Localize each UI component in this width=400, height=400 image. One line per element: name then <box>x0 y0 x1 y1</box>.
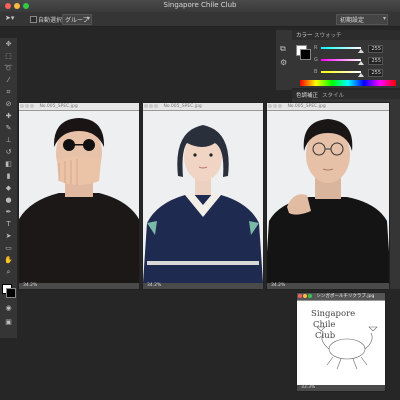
document-4-title-bar: シンガポールチリクラブ.jpg <box>297 293 385 301</box>
close-icon[interactable] <box>144 103 148 108</box>
pen-tool-icon[interactable]: ✒ <box>4 208 13 217</box>
minimize-icon[interactable] <box>303 293 307 298</box>
tab-color[interactable]: カラー <box>296 31 313 39</box>
adjustments-panel-tabs: 色調補正 スタイル <box>292 90 400 99</box>
document-3-filename: No.005_SPEC.jpg <box>287 104 326 109</box>
minimize-icon[interactable] <box>273 103 277 108</box>
close-icon[interactable] <box>298 293 302 298</box>
channel-g-slider[interactable] <box>321 59 361 61</box>
logo-word-2: Chile <box>313 320 336 330</box>
document-3-title-bar: No.005_SPEC.jpg <box>267 103 389 111</box>
channel-b-label: B <box>314 69 318 75</box>
auto-select-label: 自動選択 <box>38 17 63 24</box>
document-1-title-bar: No.005_SPEC.jpg <box>19 103 139 111</box>
screen-mode-icon[interactable]: ▣ <box>4 318 13 327</box>
history-brush-tool-icon[interactable]: ↺ <box>4 148 13 157</box>
tab-adjustments[interactable]: 色調補正 <box>296 91 318 99</box>
tab-swatches[interactable]: スウォッチ <box>314 31 342 39</box>
dodge-tool-icon[interactable]: ● <box>4 196 13 205</box>
document-3-photo <box>267 111 389 283</box>
chevron-down-icon: ▾ <box>86 15 90 22</box>
document-2-filename: No.005_SPEC.jpg <box>163 104 202 109</box>
channel-b-value[interactable]: 255 <box>368 69 383 77</box>
eraser-tool-icon[interactable]: ◧ <box>4 160 13 169</box>
zoom-tool-icon[interactable]: ⌕ <box>4 268 13 277</box>
channel-r-label: R <box>314 45 318 51</box>
move-tool-icon[interactable]: ➤▾ <box>5 14 14 22</box>
man-sunglasses-photo <box>19 111 139 283</box>
chevron-down-icon: ▾ <box>382 15 386 22</box>
tab-styles[interactable]: スタイル <box>322 91 344 99</box>
gradient-tool-icon[interactable]: ▮ <box>4 172 13 181</box>
properties-panel-icon[interactable]: ⚙ <box>280 58 287 67</box>
auto-select-target-value: グループ <box>65 17 89 24</box>
channel-b-knob[interactable] <box>358 73 364 77</box>
crop-tool-icon[interactable]: ⌗ <box>4 88 13 97</box>
stamp-tool-icon[interactable]: ⊥ <box>4 136 13 145</box>
channel-g-label: G <box>314 57 318 63</box>
color-spectrum-ramp[interactable] <box>300 80 396 86</box>
color-panel-tabs: カラー スウォッチ <box>292 30 400 40</box>
channel-r-value[interactable]: 255 <box>368 45 383 53</box>
document-2-zoom[interactable]: 34.2% <box>143 283 263 289</box>
document-4-zoom[interactable]: 33.3% <box>297 385 385 391</box>
channel-g-knob[interactable] <box>358 61 364 65</box>
maximize-icon[interactable] <box>308 293 312 298</box>
maximize-icon[interactable] <box>154 103 158 108</box>
channel-r-slider[interactable] <box>321 47 361 49</box>
logo-word-3: Club <box>315 331 336 341</box>
type-tool-icon[interactable]: T <box>4 220 13 229</box>
window-title: Singapore Chile Club <box>163 1 237 9</box>
color-panel: カラー スウォッチ R 255 G 255 B 255 <box>292 30 400 88</box>
eyedropper-tool-icon[interactable]: ⊘ <box>4 100 13 109</box>
shape-tool-icon[interactable]: ▭ <box>4 244 13 253</box>
document-1-zoom[interactable]: 34.2% <box>19 283 139 289</box>
document-2-photo <box>143 111 263 283</box>
minimize-icon[interactable] <box>149 103 153 108</box>
history-panel-icon[interactable]: ⧉ <box>280 44 286 54</box>
document-4-canvas: Singapore Chile Club <box>297 301 385 385</box>
document-4-filename: シンガポールチリクラブ.jpg <box>316 294 375 299</box>
document-1-photo <box>19 111 139 283</box>
collapsed-panel-strip: ⧉ ⚙ <box>276 30 293 90</box>
move-tool-icon[interactable]: ✥ <box>4 40 13 49</box>
channel-g-value[interactable]: 255 <box>368 57 383 65</box>
background-color-swatch[interactable] <box>6 288 16 298</box>
document-window-4[interactable]: シンガポールチリクラブ.jpg Singapore Chile Club 33.… <box>296 292 386 392</box>
document-window-1[interactable]: No.005_SPEC.jpg 34.2% <box>18 102 140 290</box>
options-bar: ➤▾ 自動選択 グループ ▾ 初期設定 ▾ <box>0 12 400 27</box>
woman-navy-dress-photo <box>143 111 263 283</box>
healing-tool-icon[interactable]: ✚ <box>4 112 13 121</box>
document-window-2[interactable]: No.005_SPEC.jpg 34.2% <box>142 102 264 290</box>
document-window-3[interactable]: No.005_SPEC.jpg 34.2% <box>266 102 390 290</box>
document-3-zoom[interactable]: 34.2% <box>267 283 389 289</box>
brush-tool-icon[interactable]: ✎ <box>4 124 13 133</box>
tools-panel: ✥ ⬚ ➰ ⁄ ⌗ ⊘ ✚ ✎ ⊥ ↺ ◧ ▮ ◆ ● ✒ T ➤ ▭ ✋ ⌕ … <box>0 38 17 338</box>
channel-r-knob[interactable] <box>358 49 364 53</box>
logo-text: Singapore Chile Club <box>311 309 355 342</box>
man-glasses-photo <box>267 111 389 283</box>
marquee-tool-icon[interactable]: ⬚ <box>4 52 13 61</box>
lasso-tool-icon[interactable]: ➰ <box>4 64 13 73</box>
auto-select-target-dropdown[interactable]: グループ ▾ <box>62 14 92 25</box>
quick-mask-icon[interactable]: ◉ <box>4 304 13 313</box>
workspace-value: 初期設定 <box>340 17 365 24</box>
blur-tool-icon[interactable]: ◆ <box>4 184 13 193</box>
close-icon[interactable] <box>268 103 272 108</box>
close-icon[interactable] <box>20 103 24 108</box>
minimize-icon[interactable] <box>25 103 29 108</box>
magic-wand-tool-icon[interactable]: ⁄ <box>4 76 13 85</box>
logo-word-1: Singapore <box>311 309 356 319</box>
maximize-icon[interactable] <box>278 103 282 108</box>
path-select-tool-icon[interactable]: ➤ <box>4 232 13 241</box>
document-2-title-bar: No.005_SPEC.jpg <box>143 103 263 111</box>
panel-background-swatch[interactable] <box>300 49 311 60</box>
hand-tool-icon[interactable]: ✋ <box>4 256 13 265</box>
channel-b-slider[interactable] <box>321 71 361 73</box>
maximize-icon[interactable] <box>30 103 34 108</box>
auto-select-checkbox[interactable] <box>30 16 37 23</box>
workspace-dropdown[interactable]: 初期設定 ▾ <box>336 14 388 25</box>
document-1-filename: No.005_SPEC.jpg <box>39 104 78 109</box>
